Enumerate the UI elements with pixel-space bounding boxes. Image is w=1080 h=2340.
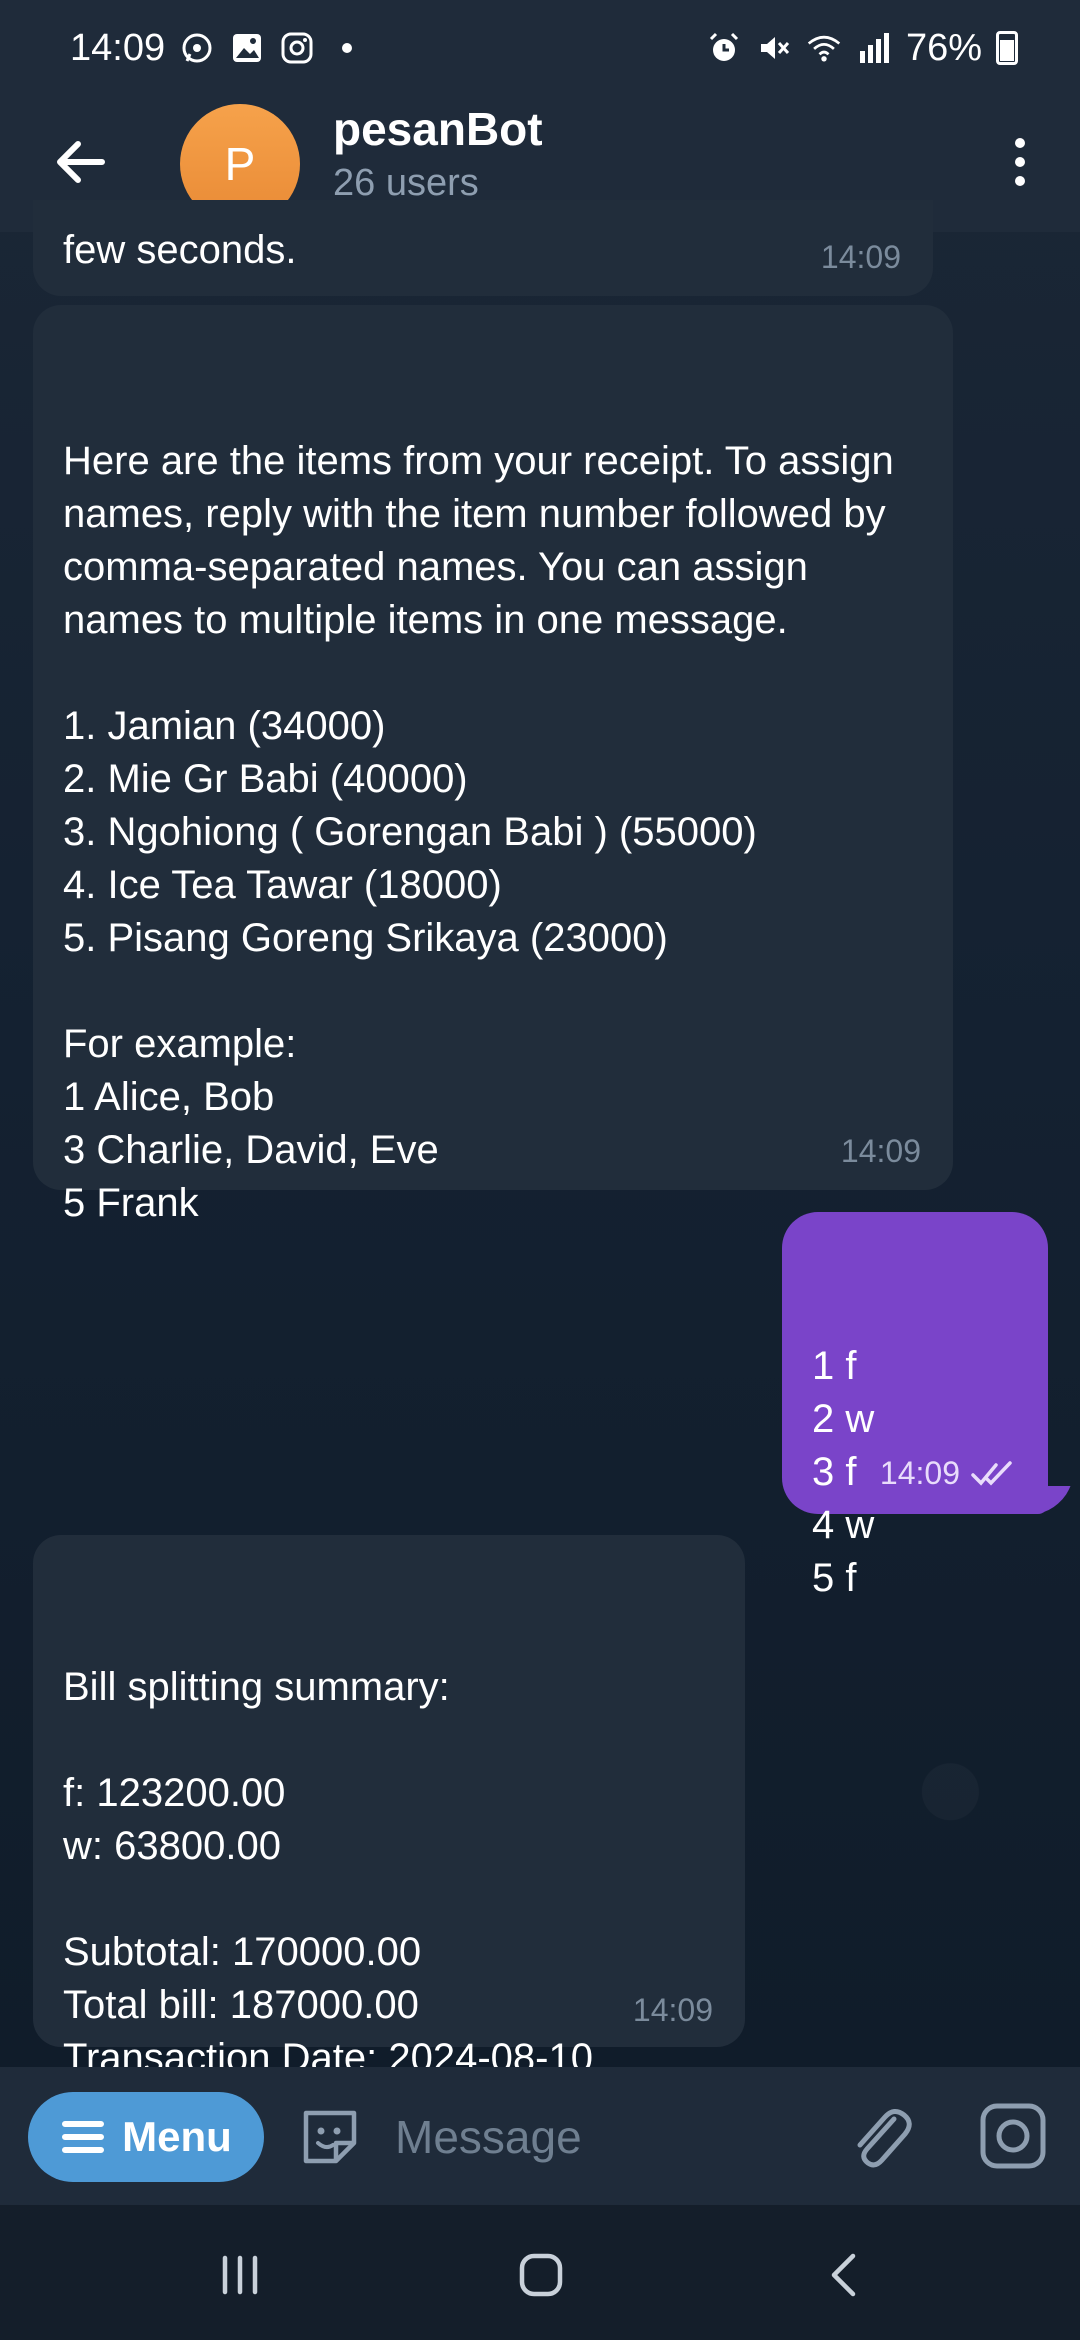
message-meta: 14:09 bbox=[880, 1447, 1016, 1500]
hamburger-icon bbox=[62, 2121, 105, 2153]
attach-button[interactable] bbox=[842, 2097, 916, 2177]
message-input-bar: Menu bbox=[0, 2067, 1080, 2205]
wifi-icon bbox=[806, 30, 842, 66]
incoming-message[interactable]: few seconds. 14:09 bbox=[33, 200, 933, 296]
sticker-button[interactable] bbox=[296, 2103, 364, 2171]
system-nav-bar bbox=[0, 2205, 1080, 2340]
incoming-message[interactable]: Here are the items from your receipt. To… bbox=[33, 305, 953, 1225]
message-input[interactable] bbox=[395, 2102, 815, 2172]
gallery-icon bbox=[229, 30, 265, 66]
mute-icon bbox=[756, 30, 792, 66]
message-time: 14:09 bbox=[879, 1455, 960, 1491]
double-check-icon bbox=[971, 1460, 1012, 1486]
home-button[interactable] bbox=[506, 2240, 576, 2310]
more-dot bbox=[1015, 157, 1025, 167]
whatsapp-icon bbox=[179, 30, 215, 66]
status-bar: 14:09 76% bbox=[0, 0, 1080, 96]
chevron-left-icon bbox=[831, 2253, 856, 2297]
status-left: 14:09 bbox=[70, 27, 365, 70]
signal-icon bbox=[856, 30, 892, 66]
message-time: 14:09 bbox=[632, 1992, 713, 2028]
menu-label: Menu bbox=[122, 2113, 232, 2160]
outgoing-message[interactable]: 1 f 2 w 3 f 4 w 5 f 14:09 bbox=[782, 1212, 1048, 1600]
message-time: 14:09 bbox=[820, 239, 901, 275]
nav-back-button[interactable] bbox=[810, 2240, 880, 2310]
app-root: 14:09 76% P pesanBot 26 users few second… bbox=[0, 0, 1080, 2340]
sticker-icon bbox=[303, 2110, 357, 2164]
chat-subtitle: 26 users bbox=[333, 162, 479, 204]
incoming-message[interactable]: Bill splitting summary: f: 123200.00 w: … bbox=[33, 1535, 745, 2133]
message-text: few seconds. bbox=[63, 228, 297, 272]
instagram-icon bbox=[279, 30, 315, 66]
bot-menu-button[interactable]: Menu bbox=[28, 2092, 264, 2182]
back-button[interactable] bbox=[44, 126, 116, 198]
avatar-letter: P bbox=[224, 138, 256, 190]
more-dot bbox=[1015, 176, 1025, 186]
alarm-icon bbox=[706, 30, 742, 66]
chat-title[interactable]: pesanBot bbox=[333, 102, 543, 156]
message-time: 14:09 bbox=[840, 1133, 921, 1169]
more-options-button[interactable] bbox=[990, 124, 1050, 200]
recent-apps-icon bbox=[222, 2255, 258, 2295]
dot-icon bbox=[329, 30, 365, 66]
more-dot bbox=[1015, 138, 1025, 148]
camera-icon bbox=[980, 2103, 1046, 2169]
message-text: Here are the items from your receipt. To… bbox=[63, 439, 894, 1225]
recent-apps-button[interactable] bbox=[205, 2240, 275, 2310]
home-icon bbox=[519, 2253, 563, 2297]
arrow-left-icon bbox=[57, 141, 105, 183]
camera-button[interactable] bbox=[977, 2100, 1049, 2172]
status-right: 76% bbox=[706, 27, 1018, 70]
status-time: 14:09 bbox=[70, 26, 166, 69]
battery-icon bbox=[996, 31, 1018, 65]
paperclip-icon bbox=[857, 2109, 912, 2168]
battery-percent: 76% bbox=[905, 26, 982, 69]
